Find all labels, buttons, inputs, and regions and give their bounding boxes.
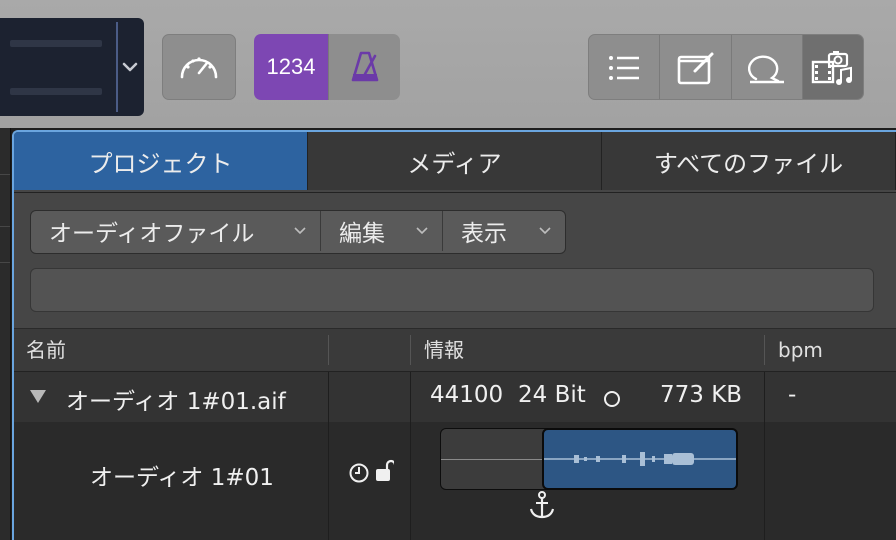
region-name: オーディオ 1#01 — [90, 465, 274, 491]
lcd-divider — [116, 22, 118, 112]
cpu-meter-button[interactable] — [162, 34, 236, 100]
view-menu-label: 表示 — [461, 221, 507, 247]
tab-media[interactable]: メディア — [308, 132, 602, 190]
column-header: 名前 情報 bpm — [14, 328, 896, 372]
column-bpm[interactable]: bpm — [778, 329, 823, 373]
sample-rate: 44100 — [430, 382, 504, 408]
gauge-icon — [180, 57, 218, 79]
loop-browser-icon — [748, 55, 785, 84]
waveform-graphic — [544, 452, 736, 466]
metronome-button[interactable] — [328, 34, 400, 100]
view-menu[interactable]: 表示 — [443, 211, 565, 251]
media-browser-button[interactable] — [803, 35, 863, 99]
list-editors-icon — [609, 56, 640, 80]
tab-project[interactable]: プロジェクト — [14, 132, 308, 190]
chevron-down-icon — [539, 227, 551, 235]
control-bar: 1234 — [0, 0, 896, 128]
disclosure-triangle-icon[interactable] — [30, 390, 46, 403]
track-area-edge — [0, 128, 11, 540]
browser-menu-bar: オーディオファイル 編集 表示 — [30, 210, 566, 254]
anchor-icon[interactable] — [528, 490, 556, 520]
view-buttons-group — [588, 34, 864, 100]
unlock-icon[interactable] — [374, 458, 394, 484]
edit-menu-label: 編集 — [339, 221, 385, 247]
audio-file-menu-label: オーディオファイル — [49, 221, 255, 247]
lcd-segment — [10, 40, 102, 47]
file-name: オーディオ 1#01.aif — [66, 389, 286, 415]
count-in-label: 1234 — [266, 54, 316, 79]
clock-icon — [349, 463, 369, 483]
lcd-display[interactable] — [0, 18, 144, 116]
search-input[interactable] — [30, 268, 874, 312]
file-list: オーディオ 1#01.aif 44100 24 Bit 773 KB - オーデ… — [14, 372, 896, 540]
media-browser-icon — [812, 51, 853, 85]
bit-depth: 24 Bit — [518, 382, 586, 408]
count-in-button[interactable]: 1234 — [254, 34, 328, 100]
metronome-icon — [351, 51, 378, 82]
note-pad-icon — [677, 52, 714, 85]
browser-tabs: プロジェクト メディア すべてのファイル — [14, 132, 896, 193]
bpm-value: - — [788, 382, 797, 408]
file-size: 773 KB — [660, 382, 743, 408]
audio-file-menu[interactable]: オーディオファイル — [31, 211, 321, 251]
lcd-segment — [10, 88, 102, 95]
note-pad-button[interactable] — [660, 35, 732, 99]
column-info[interactable]: 情報 — [424, 329, 464, 373]
loop-browser-button[interactable] — [732, 35, 804, 99]
column-name[interactable]: 名前 — [26, 329, 66, 373]
tab-all-files[interactable]: すべてのファイル — [602, 132, 896, 190]
chevron-down-icon[interactable] — [119, 56, 141, 78]
edit-menu[interactable]: 編集 — [321, 211, 443, 251]
list-editors-button[interactable] — [589, 35, 661, 99]
audio-region[interactable] — [542, 428, 738, 490]
mono-circle-icon — [604, 391, 620, 407]
chevron-down-icon — [294, 227, 306, 235]
count-in-metronome-group: 1234 — [254, 34, 400, 100]
chevron-down-icon — [416, 227, 428, 235]
project-browser-panel: プロジェクト メディア すべてのファイル オーディオファイル 編集 表示 名前 … — [12, 130, 896, 540]
